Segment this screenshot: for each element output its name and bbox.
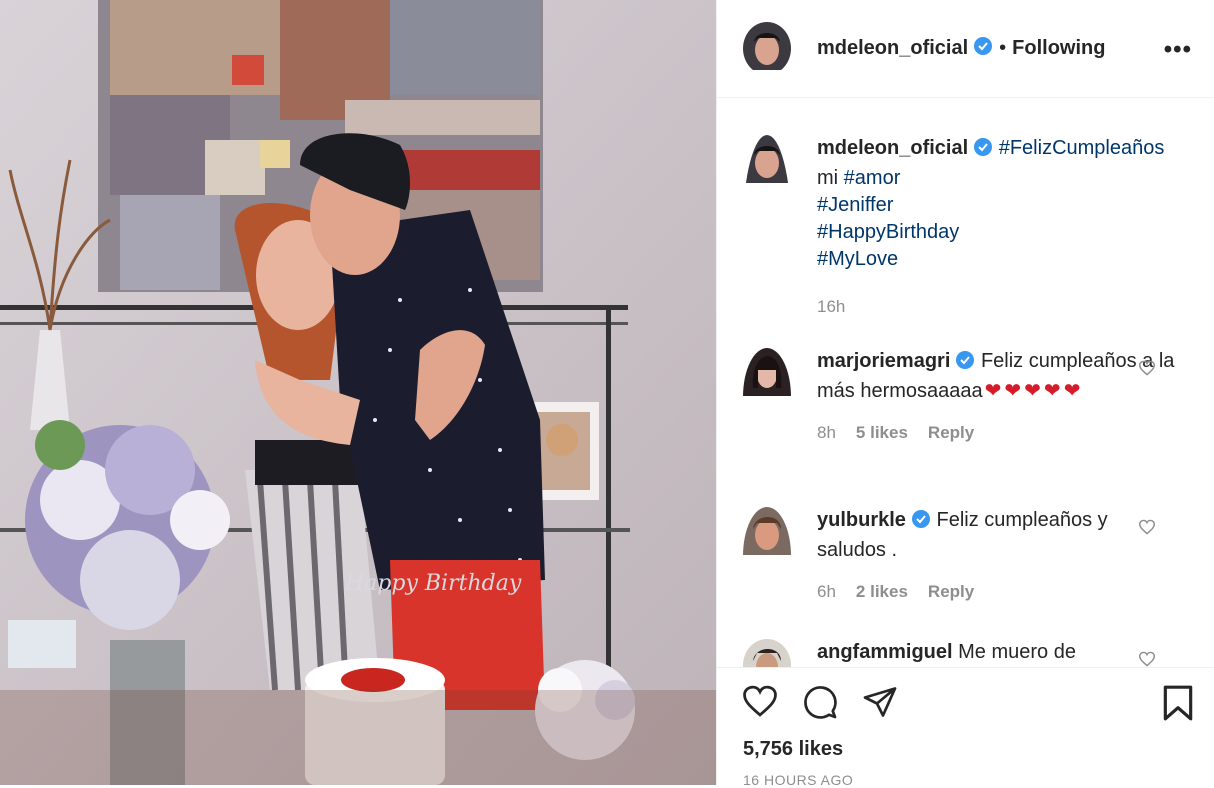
comment-time[interactable]: 8h — [817, 423, 836, 442]
caption-text: mdeleon_oficial #FelizCumpleaños mi #amo… — [817, 135, 1177, 320]
comment-body: marjoriemagri Feliz cumpleaños a la más … — [817, 348, 1177, 446]
comment-item: marjoriemagri Feliz cumpleaños a la más … — [743, 348, 1194, 446]
commenter-avatar-image — [743, 639, 791, 667]
commenter-username[interactable]: yulburkle — [817, 509, 906, 531]
like-comment-heart-icon[interactable] — [1138, 651, 1156, 667]
like-comment-heart-icon[interactable] — [1138, 519, 1156, 540]
caption-author-avatar[interactable] — [743, 135, 791, 320]
hashtag-link[interactable]: #HappyBirthday — [817, 221, 959, 243]
commenter-avatar[interactable] — [743, 639, 791, 667]
comment-item: yulburkle Feliz cumpleaños y saludos . 6… — [743, 507, 1194, 605]
comment-time[interactable]: 6h — [817, 582, 836, 601]
following-button[interactable]: Following — [1012, 37, 1105, 60]
post-timestamp[interactable]: 16 HOURS AGO — [743, 772, 853, 788]
comment-body: angfammiguel Me muero de — [817, 639, 1177, 667]
instagram-post-modal: Happy Birthday mdeleon_oficial • Followi… — [0, 0, 1214, 788]
commenter-username[interactable]: marjoriemagri — [817, 350, 950, 372]
comments-list[interactable]: mdeleon_oficial #FelizCumpleaños mi #amo… — [717, 99, 1214, 667]
reply-button[interactable]: Reply — [928, 423, 974, 442]
hashtag-link[interactable]: #MyLove — [817, 248, 898, 270]
author-username[interactable]: mdeleon_oficial — [817, 37, 968, 60]
comment-item: angfammiguel Me muero de — [743, 639, 1194, 667]
separator-dot: • — [999, 37, 1007, 59]
likes-count[interactable]: 5,756 likes — [743, 738, 843, 761]
commenter-avatar[interactable] — [743, 507, 791, 605]
commenter-avatar[interactable] — [743, 348, 791, 446]
birthday-hug-photo: Happy Birthday — [0, 0, 716, 785]
post-photo[interactable]: Happy Birthday — [0, 0, 716, 785]
share-icon[interactable] — [861, 684, 899, 725]
caption-timestamp[interactable]: 16h — [817, 297, 845, 316]
hearts-emoji: ❤❤❤❤❤ — [984, 380, 1084, 402]
hashtag-link[interactable]: #Jeniffer — [817, 194, 893, 216]
comment-likes[interactable]: 5 likes — [856, 423, 908, 442]
commenter-avatar-image — [743, 348, 791, 396]
like-comment-heart-icon[interactable] — [1138, 360, 1156, 381]
comment-text: Me muero de — [958, 641, 1076, 663]
comment-icon[interactable] — [801, 684, 839, 725]
hashtag-link[interactable]: #FelizCumpleaños — [999, 137, 1165, 159]
commenter-username[interactable]: angfammiguel — [817, 641, 953, 663]
action-bar: 5,756 likes 16 HOURS AGO — [717, 667, 1214, 788]
cake-topper-text: Happy Birthday — [344, 571, 522, 596]
comment-likes[interactable]: 2 likes — [856, 582, 908, 601]
bookmark-icon[interactable] — [1161, 684, 1195, 727]
comment-body: yulburkle Feliz cumpleaños y saludos . 6… — [817, 507, 1177, 605]
caption: mdeleon_oficial #FelizCumpleaños mi #amo… — [743, 135, 1194, 320]
verified-badge-icon — [973, 36, 993, 61]
verified-badge-icon — [955, 350, 975, 378]
post-header: mdeleon_oficial • Following ••• — [717, 0, 1214, 98]
verified-badge-icon — [973, 137, 993, 165]
author-avatar[interactable] — [743, 22, 791, 75]
hashtag-link[interactable]: #amor — [844, 167, 901, 189]
caption-avatar-image — [743, 135, 791, 183]
reply-button[interactable]: Reply — [928, 582, 974, 601]
author-avatar-image — [743, 22, 791, 70]
caption-word: mi — [817, 167, 839, 189]
heart-icon[interactable] — [741, 684, 779, 723]
commenter-avatar-image — [743, 507, 791, 555]
caption-author[interactable]: mdeleon_oficial — [817, 137, 968, 159]
verified-badge-icon — [911, 509, 931, 537]
post-side-panel: mdeleon_oficial • Following ••• mdeleon_… — [716, 0, 1214, 788]
more-options-icon[interactable]: ••• — [1164, 36, 1192, 64]
